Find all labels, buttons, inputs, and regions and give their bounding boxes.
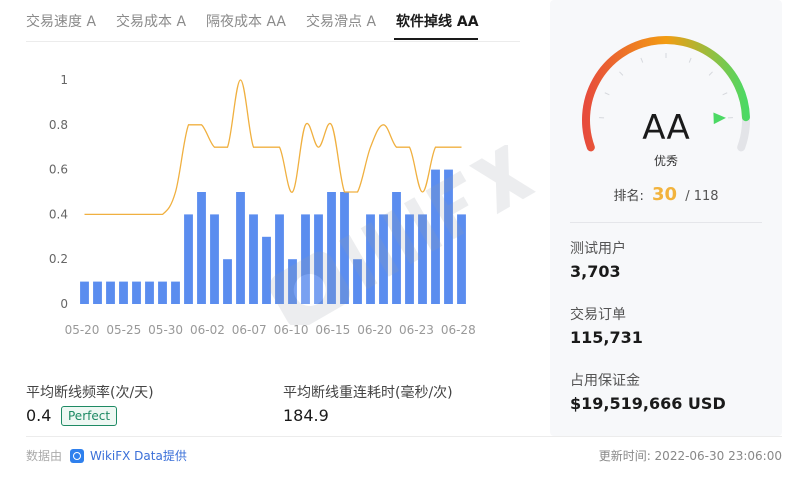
x-tick-label: 05-25 [106,323,141,337]
chart-bar[interactable] [197,192,206,304]
chart-bar[interactable] [262,236,271,304]
chart-bar[interactable] [249,214,258,304]
chart-bar[interactable] [340,192,349,304]
y-tick-label: 1 [60,73,68,87]
margin-used-value: $19,519,666 USD [570,394,726,413]
trade-orders-label: 交易订单 [570,307,626,323]
margin-used-label: 占用保证金 [570,373,640,389]
chart-bar[interactable] [392,192,401,304]
x-tick-label: 06-15 [315,323,350,337]
y-tick-label: 0.8 [49,118,68,132]
tab-trading-cost[interactable]: 交易成本 A [116,11,186,31]
perfect-badge: Perfect [61,406,118,426]
test-users-label: 测试用户 [570,241,626,257]
tab-overnight-cost[interactable]: 隔夜成本 AA [206,11,286,31]
chart-bar[interactable] [210,214,219,304]
active-tab-underline [394,38,478,40]
chart-bar[interactable] [288,259,297,304]
y-tick-label: 0.2 [49,252,68,266]
chart-bar[interactable] [275,214,284,304]
trade-orders-value: 115,731 [570,328,643,347]
x-tick-label: 05-20 [65,323,100,337]
panel-divider [570,222,762,223]
chart-svg: 1 0.8 0.6 0.4 0.2 0 05-20 05-25 05-30 06-02 06-07 0… [49,73,476,337]
chart-bar[interactable] [132,281,141,304]
y-tick-label: 0 [60,297,68,311]
x-tick-label: 06-02 [190,323,225,337]
chart-bar[interactable] [223,259,232,304]
chart-bar[interactable] [457,214,466,304]
update-time: 更新时间: 2022-06-30 23:06:00 [598,449,782,463]
x-tick-label: 05-30 [148,323,183,337]
data-source: 数据由 WikiFX Data提供 [26,447,187,464]
footer-divider [26,436,782,437]
tab-trading-speed[interactable]: 交易速度 A [26,11,96,31]
tab-slippage[interactable]: 交易滑点 A [306,11,376,31]
avg-disconnect-frequency-label: 平均断线频率(次/天) [26,385,154,401]
chart-bar[interactable] [119,281,128,304]
chart-bar[interactable] [418,214,427,304]
test-users-value: 3,703 [570,262,621,281]
avg-reconnect-time-value: 184.9 [283,406,329,425]
avg-disconnect-frequency-value: 0.4 [26,406,52,425]
chart-bar[interactable] [353,259,362,304]
x-tick-label: 06-10 [274,323,309,337]
source-prefix: 数据由 [26,449,63,463]
chart-bar[interactable] [145,281,154,304]
chart-bar[interactable] [93,281,102,304]
x-tick-label: 06-23 [399,323,434,337]
chart-bar[interactable] [431,169,440,304]
chart-bar[interactable] [171,281,180,304]
disconnect-chart: 1 0.8 0.6 0.4 0.2 0 05-20 05-25 05-30 06-02 06-07 0… [0,50,520,350]
rating-panel: AA 优秀 排名: 30 / 118 测试用户 3,703 交易订单 115,7… [550,0,782,436]
rank-label: 排名: [613,189,644,204]
chart-bar[interactable] [405,214,414,304]
chart-bar[interactable] [184,214,193,304]
y-tick-label: 0.4 [49,207,68,221]
chart-bar[interactable] [327,192,336,304]
chart-bar[interactable] [444,169,453,304]
avg-reconnect-time-label: 平均断线重连耗时(毫秒/次) [283,385,453,401]
chart-bar[interactable] [379,214,388,304]
chart-bar[interactable] [236,192,245,304]
rank-total: / 118 [685,189,719,204]
rating-description: 优秀 [653,154,678,168]
x-tick-label: 06-20 [357,323,392,337]
source-link[interactable]: WikiFX Data提供 [90,447,187,464]
wikifx-logo-icon [70,448,85,463]
chart-bar[interactable] [106,281,115,304]
y-tick-label: 0.6 [49,163,68,177]
rating-grade: AA [642,108,690,148]
chart-bar[interactable] [158,281,167,304]
x-tick-label: 06-07 [232,323,267,337]
x-tick-label: 06-28 [441,323,476,337]
chart-bar[interactable] [80,281,89,304]
tab-software-disconnect[interactable]: 软件掉线 AA [396,11,479,31]
rank-value: 30 [652,184,678,205]
tab-bar: 交易速度 A 交易成本 A 隔夜成本 AA 交易滑点 A 软件掉线 AA [26,0,520,42]
chart-bar[interactable] [366,214,375,304]
chart-bar[interactable] [301,214,310,304]
rank: 排名: 30 / 118 [550,184,782,205]
chart-bar[interactable] [314,214,323,304]
chart-line [84,79,462,216]
